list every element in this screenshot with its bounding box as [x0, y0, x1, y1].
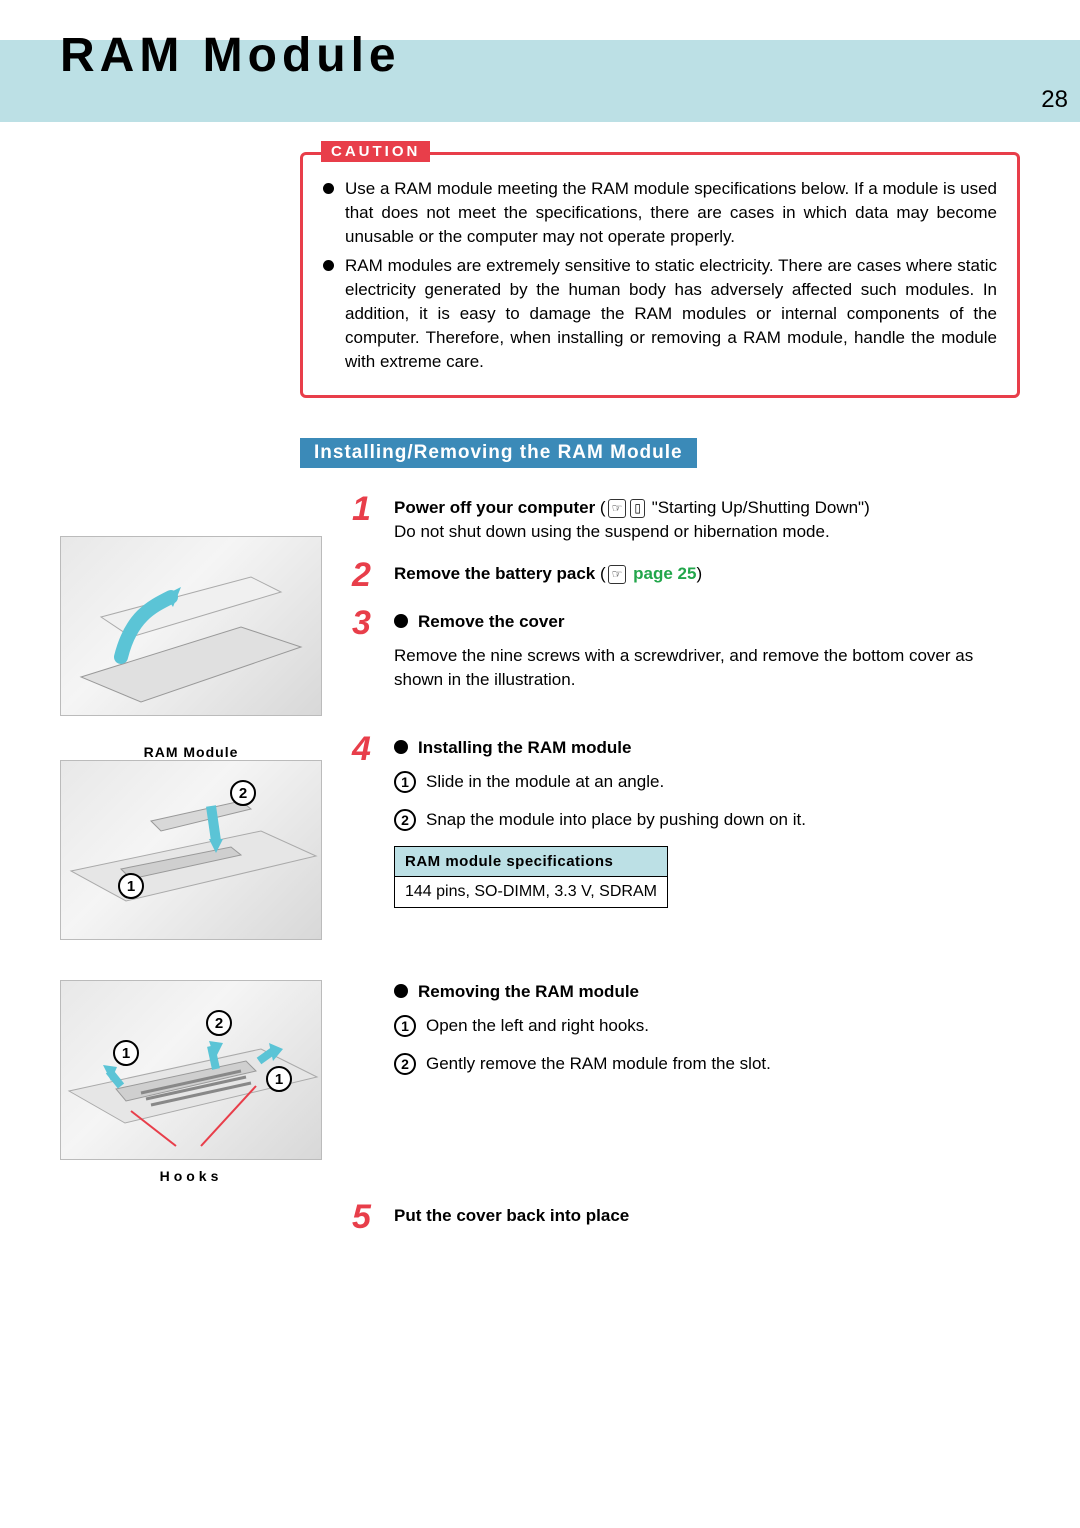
step5-title: Put the cover back into place — [394, 1206, 629, 1225]
step-4-remove: 4 Removing the RAM module 1 Open the lef… — [352, 980, 1020, 1089]
svg-text:1: 1 — [122, 1045, 130, 1062]
page-content: CAUTION Use a RAM module meeting the RAM… — [0, 122, 1080, 1332]
step1-title: Power off your computer — [394, 498, 595, 517]
step2-title: Remove the battery pack — [394, 564, 595, 583]
install-sub1: Slide in the module at an angle. — [426, 770, 664, 794]
book-icon: ▯ — [630, 499, 645, 518]
step4-title-remove: Removing the RAM module — [394, 982, 639, 1001]
step3-title: Remove the cover — [394, 612, 564, 631]
install-sub2: Snap the module into place by pushing do… — [426, 808, 806, 832]
step3-body: Remove the nine screws with a screwdrive… — [394, 646, 973, 689]
step-number: 2 — [352, 558, 380, 592]
step-number: 3 — [352, 606, 380, 691]
reference-icon: ☞ — [608, 565, 627, 584]
step-3: 3 Remove the cover Remove the nine screw… — [352, 610, 1020, 691]
step-1: 1 Power off your computer (☞▯ "Starting … — [352, 496, 1020, 544]
step1-body: Do not shut down using the suspend or hi… — [394, 522, 830, 541]
svg-text:1: 1 — [275, 1071, 283, 1088]
substep: 2 Snap the module into place by pushing … — [394, 808, 1020, 832]
page-title: RAM Module — [60, 28, 401, 83]
header-band: RAM Module 28 — [0, 40, 1080, 122]
illustration-install-ram: 2 1 — [60, 760, 322, 940]
spec-value: 144 pins, SO-DIMM, 3.3 V, SDRAM — [395, 876, 668, 907]
spec-header: RAM module specifications — [395, 846, 668, 876]
circled-2-icon: 2 — [394, 809, 416, 831]
reference-icon: ☞ — [608, 499, 627, 518]
step-number: 1 — [352, 492, 380, 544]
remove-sub1: Open the left and right hooks. — [426, 1014, 649, 1038]
step-5: 5 Put the cover back into place — [352, 1204, 1020, 1234]
figure-label-ram: RAM Module — [60, 744, 322, 760]
caution-item: Use a RAM module meeting the RAM module … — [323, 177, 997, 248]
caution-list: Use a RAM module meeting the RAM module … — [323, 177, 997, 373]
circled-1-icon: 1 — [394, 1015, 416, 1037]
ram-spec-table: RAM module specifications 144 pins, SO-D… — [394, 846, 668, 908]
caution-box: CAUTION Use a RAM module meeting the RAM… — [300, 152, 1020, 398]
illustration-remove-cover — [60, 536, 322, 716]
step1-ref: "Starting Up/Shutting Down" — [652, 498, 864, 517]
svg-text:2: 2 — [239, 785, 247, 802]
page-number: 28 — [1041, 86, 1068, 114]
substep: 1 Open the left and right hooks. — [394, 1014, 1020, 1038]
step-number: 5 — [352, 1200, 380, 1234]
substep: 2 Gently remove the RAM module from the … — [394, 1052, 1020, 1076]
step-number: 4 — [352, 732, 380, 908]
step-4: 4 Installing the RAM module 1 Slide in t… — [352, 736, 1020, 908]
svg-text:2: 2 — [215, 1015, 223, 1032]
svg-text:1: 1 — [127, 878, 135, 895]
circled-2-icon: 2 — [394, 1053, 416, 1075]
figure-label-hooks: Hooks — [60, 1168, 322, 1184]
remove-sub2: Gently remove the RAM module from the sl… — [426, 1052, 771, 1076]
step-2: 2 Remove the battery pack (☞ page 25) — [352, 562, 1020, 592]
step4-title-install: Installing the RAM module — [394, 738, 631, 757]
illustration-remove-ram: 1 1 2 — [60, 980, 322, 1160]
section-heading: Installing/Removing the RAM Module — [300, 438, 697, 468]
circled-1-icon: 1 — [394, 771, 416, 793]
substep: 1 Slide in the module at an angle. — [394, 770, 1020, 794]
page-ref-link[interactable]: page 25 — [628, 564, 696, 583]
caution-item: RAM modules are extremely sensitive to s… — [323, 254, 997, 373]
caution-label: CAUTION — [321, 141, 430, 162]
